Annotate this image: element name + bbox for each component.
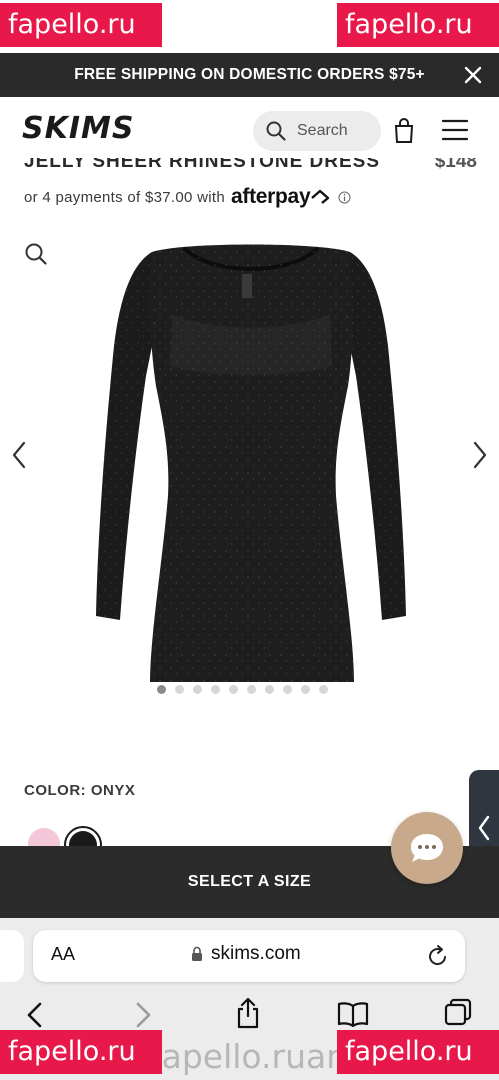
- forward-icon[interactable]: [132, 1000, 154, 1030]
- hamburger-menu-icon[interactable]: [441, 119, 469, 141]
- gallery-dot[interactable]: [157, 685, 166, 694]
- search-input[interactable]: Search: [253, 111, 381, 151]
- gallery-dots: [157, 685, 328, 694]
- tabs-icon[interactable]: [443, 996, 473, 1028]
- reader-aa-button[interactable]: AA: [51, 944, 75, 965]
- close-icon[interactable]: [461, 63, 485, 87]
- gallery-dot[interactable]: [211, 685, 220, 694]
- promo-banner: FREE SHIPPING ON DOMESTIC ORDERS $75+: [0, 53, 499, 97]
- share-icon[interactable]: [234, 996, 262, 1030]
- product-gallery[interactable]: [0, 222, 499, 702]
- gallery-dot[interactable]: [229, 685, 238, 694]
- lock-icon: [192, 946, 202, 961]
- reload-icon[interactable]: [427, 944, 449, 968]
- skims-logo[interactable]: SKIMS: [22, 111, 134, 146]
- gallery-dot[interactable]: [319, 685, 328, 694]
- zoom-icon[interactable]: [24, 242, 48, 266]
- chat-button[interactable]: [391, 812, 463, 884]
- back-icon[interactable]: [24, 1000, 46, 1030]
- gallery-dot[interactable]: [265, 685, 274, 694]
- site-header: SKIMS Search: [0, 97, 499, 161]
- gallery-dot[interactable]: [247, 685, 256, 694]
- gallery-dot[interactable]: [301, 685, 310, 694]
- info-icon[interactable]: [338, 191, 351, 204]
- product-price: $148: [434, 158, 477, 170]
- previous-tab-peek[interactable]: [0, 930, 24, 982]
- search-placeholder: Search: [297, 122, 348, 139]
- afterpay-arrows-icon: [311, 189, 330, 204]
- product-image-dress: [96, 244, 406, 682]
- url-display[interactable]: skims.com: [191, 943, 301, 965]
- payments-text: or 4 payments of $37.00 with: [24, 188, 226, 206]
- watermark-bottom-right: fapello.ru: [337, 1030, 499, 1074]
- product-title: JELLY SHEER RHINESTONE DRESS: [24, 158, 381, 170]
- bag-icon[interactable]: [393, 118, 415, 144]
- chevron-left-icon: [478, 815, 490, 841]
- chat-bubble-icon: [411, 834, 443, 862]
- gallery-dot[interactable]: [193, 685, 202, 694]
- watermark-top-left: fapello.ru: [0, 3, 162, 47]
- search-icon: [266, 121, 286, 141]
- watermark-bottom-left: fapello.ru: [0, 1030, 162, 1074]
- chevron-right-icon[interactable]: [471, 440, 489, 470]
- watermark-top-right: fapello.ru: [337, 3, 499, 47]
- address-bar[interactable]: AA skims.com: [33, 930, 465, 982]
- gallery-dot[interactable]: [175, 685, 184, 694]
- url-text: skims.com: [211, 943, 301, 964]
- afterpay-info: or 4 payments of $37.00 with afterpay: [24, 185, 351, 209]
- afterpay-logo: afterpay: [231, 185, 311, 208]
- aa-label: AA: [51, 944, 76, 964]
- promo-text: FREE SHIPPING ON DOMESTIC ORDERS $75+: [74, 66, 425, 83]
- gallery-dot[interactable]: [283, 685, 292, 694]
- color-label: COLOR: ONYX: [24, 782, 136, 799]
- chevron-left-icon[interactable]: [10, 440, 28, 470]
- bookmarks-icon[interactable]: [337, 1000, 369, 1028]
